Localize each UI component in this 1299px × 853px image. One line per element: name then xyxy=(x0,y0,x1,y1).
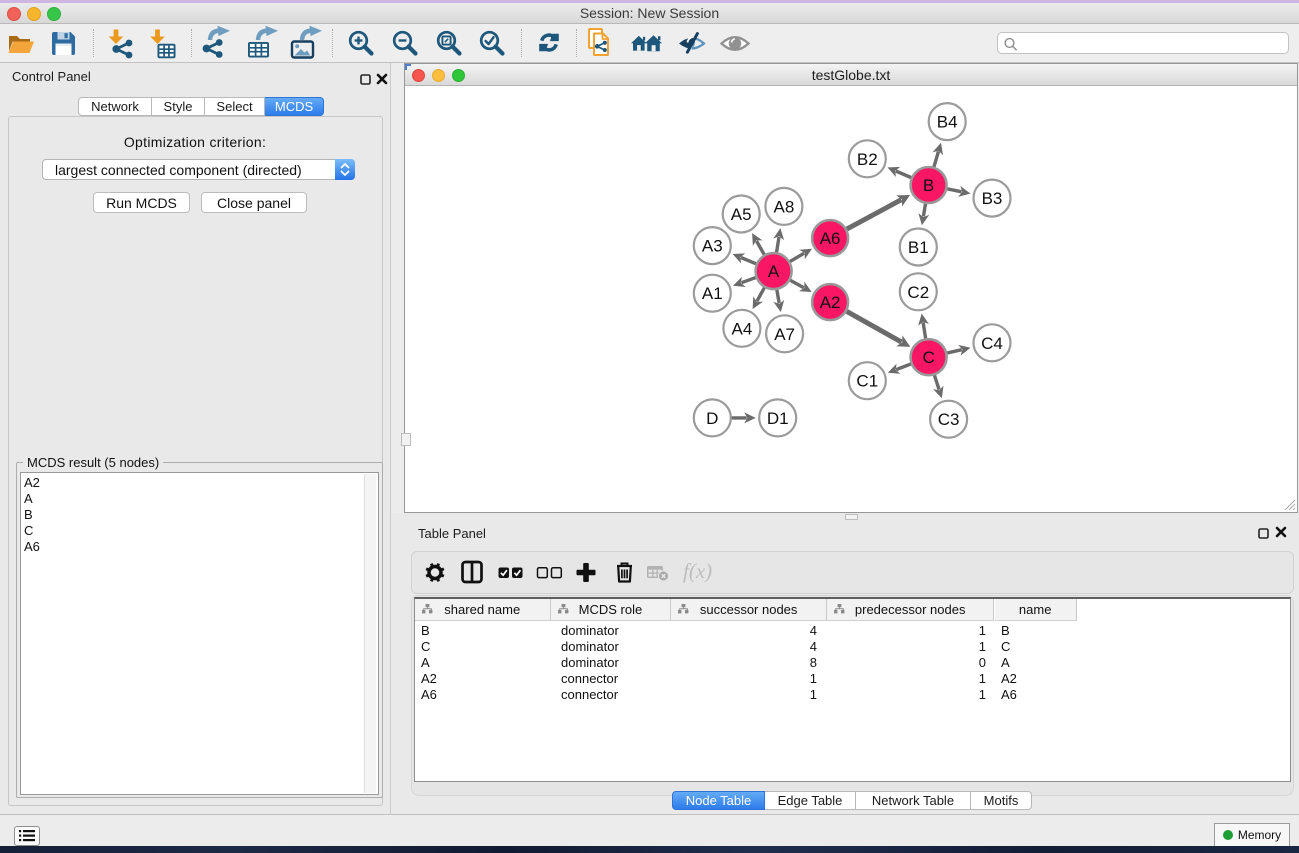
svg-text:A5: A5 xyxy=(731,205,752,224)
svg-text:A6: A6 xyxy=(820,229,841,248)
svg-text:C4: C4 xyxy=(981,334,1003,353)
svg-text:C3: C3 xyxy=(938,410,960,429)
svg-text:C2: C2 xyxy=(907,283,929,302)
svg-text:A: A xyxy=(768,262,780,281)
svg-text:D1: D1 xyxy=(767,409,789,428)
svg-text:C: C xyxy=(922,348,934,367)
svg-text:C1: C1 xyxy=(856,372,878,391)
svg-text:A4: A4 xyxy=(732,319,753,338)
svg-text:A7: A7 xyxy=(774,325,795,344)
svg-text:B2: B2 xyxy=(857,150,878,169)
svg-text:A3: A3 xyxy=(702,237,723,256)
svg-text:B3: B3 xyxy=(982,189,1003,208)
svg-text:B4: B4 xyxy=(937,113,958,132)
svg-text:B: B xyxy=(923,176,934,195)
svg-text:A8: A8 xyxy=(774,197,795,216)
svg-text:A1: A1 xyxy=(702,284,723,303)
svg-text:A2: A2 xyxy=(820,293,841,312)
svg-text:B1: B1 xyxy=(908,238,929,257)
svg-text:D: D xyxy=(706,409,718,428)
